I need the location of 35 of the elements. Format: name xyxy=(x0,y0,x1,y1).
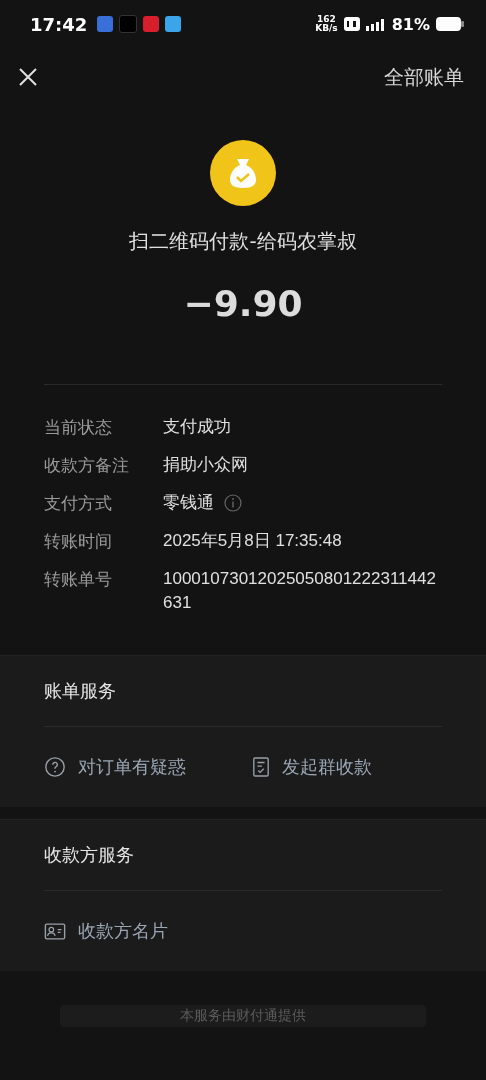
app-notification-icon xyxy=(165,16,182,32)
detail-label: 转账单号 xyxy=(44,568,113,591)
section-title: 收款方服务 xyxy=(43,843,135,867)
app-notification-icon xyxy=(119,15,138,33)
hd-icon xyxy=(343,17,360,31)
detail-label: 当前状态 xyxy=(44,416,113,439)
money-bag-icon xyxy=(210,140,276,206)
service-link[interactable]: 发起群收款 xyxy=(252,755,372,779)
speed-unit: KB/s xyxy=(315,24,338,33)
detail-value: 支付成功 xyxy=(163,416,231,438)
service-link[interactable]: 对订单有疑惑 xyxy=(44,755,186,779)
app-notification-icon xyxy=(97,16,114,32)
detail-value: 2025年5月8日 17:35:48 xyxy=(163,530,342,552)
info-icon[interactable] xyxy=(224,494,242,512)
footer-note: 本服务由财付通提供 xyxy=(60,1005,426,1027)
network-speed: 162 xyxy=(317,15,336,24)
section-title: 账单服务 xyxy=(43,679,117,703)
question-icon xyxy=(44,756,66,778)
contact-card-icon xyxy=(44,921,66,941)
detail-label: 支付方式 xyxy=(44,492,113,515)
service-link[interactable]: 收款方名片 xyxy=(44,919,168,943)
payment-title: 扫二维码付款-给码农掌叔 xyxy=(129,228,357,255)
detail-label: 转账时间 xyxy=(44,530,113,553)
battery-percent: 81% xyxy=(391,14,430,34)
payment-amount: −9.90 xyxy=(183,283,303,324)
all-bills-link[interactable]: 全部账单 xyxy=(384,63,464,91)
detail-value: 零钱通 xyxy=(163,492,214,514)
detail-value: 捐助小众网 xyxy=(163,454,248,476)
signal-icon xyxy=(365,17,386,31)
detail-value: 10001073012025050801222311442631 xyxy=(163,568,437,614)
receipt-icon xyxy=(252,756,270,778)
battery-icon xyxy=(436,17,464,31)
app-notification-icon xyxy=(143,16,160,32)
status-time: 17:42 xyxy=(30,13,88,35)
detail-label: 收款方备注 xyxy=(44,454,130,477)
